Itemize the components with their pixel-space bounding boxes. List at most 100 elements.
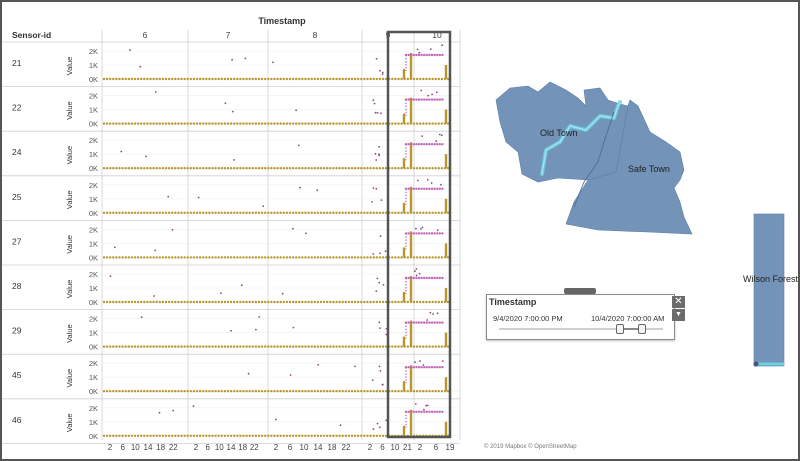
data-point [124,77,127,81]
data-bar [409,186,413,213]
data-point [338,122,341,125]
data-point-high [430,143,434,146]
sensor-scatter-chart: Timestamp Sensor-id 6 7 8 9 10 21 Value 2K 1K 0K… [2,2,482,459]
data-point [124,390,127,393]
data-point [167,390,171,393]
facet-sensor-27: 27 Value 2K 1K 0K [2,225,460,266]
data-point [406,77,409,81]
y-tick-label: 1K [89,284,98,293]
data-point-high [425,53,428,57]
data-point [152,300,155,304]
data-point [180,77,183,81]
data-point [270,211,273,214]
data-point [251,434,254,437]
data-point [434,300,437,304]
wilson-forest-region[interactable] [753,213,785,367]
outlier-point [381,71,384,74]
data-point-high [410,366,413,369]
data-point [195,211,199,214]
data-point [180,167,183,170]
data-point [195,256,199,259]
data-point [375,256,378,259]
data-point [109,256,112,259]
data-point [273,390,276,393]
data-point [192,434,196,437]
data-point [381,434,385,437]
outlier-point [379,69,381,72]
data-point-high [441,143,444,146]
x-tick-label: 14 [314,443,323,452]
data-point-high [433,98,436,101]
data-bar [444,332,448,347]
data-point [198,390,202,393]
outlier-point [440,183,442,186]
close-icon[interactable]: ✕ [672,296,685,308]
dropdown-menu-icon[interactable]: ▼ [672,309,685,321]
outlier-point [171,228,174,231]
data-point [161,167,165,170]
timestamp-start-value[interactable]: 9/4/2020 7:00:00 PM [493,314,563,323]
data-point [419,77,422,81]
data-point [124,211,127,214]
data-point-high [433,276,436,280]
data-point [124,167,127,170]
data-point-high [428,321,431,324]
data-bar [402,292,406,302]
data-point [229,300,233,304]
data-point [329,122,332,125]
data-point [229,167,233,170]
data-point [192,77,196,81]
data-point [195,300,199,304]
data-point [130,345,134,348]
data-point [412,345,416,348]
data-point [205,77,208,81]
data-point [217,390,220,393]
timestamp-end-value[interactable]: 10/4/2020 7:00:00 AM [591,314,664,323]
forest-marker[interactable] [753,361,759,367]
data-point [136,167,140,170]
data-point [164,434,168,437]
data-point [350,345,354,348]
data-point [174,167,177,170]
data-point [174,300,177,304]
data-point-high [410,321,413,324]
outlier-point [172,409,175,412]
facet-sensor-24: 24 Value 2K 1K 0K [2,133,460,177]
timestamp-start-handle[interactable] [616,324,624,334]
data-point [291,77,295,81]
data-point [121,167,124,170]
data-point [164,256,168,259]
facet-sensor-28: 28 Value 2K 1K 0K [2,268,460,311]
outlier-point [233,159,236,161]
x-tick-label: 22 [342,443,351,452]
data-point-high [412,187,415,190]
data-point [205,300,208,304]
data-point [335,345,338,348]
data-point [217,434,220,437]
data-point [267,300,270,304]
data-point [378,77,382,81]
data-point [378,390,382,393]
outlier-point [192,405,195,408]
data-point [363,256,366,259]
data-point [192,167,196,170]
chart-canvas: Timestamp Sensor-id 6 7 8 9 10 21 Value2K1K0K… [2,16,461,452]
data-point [260,122,264,125]
data-point [338,167,341,170]
data-point [273,211,276,214]
outlier-point [378,321,381,324]
y-tick-label: 1K [89,195,98,204]
data-point [313,256,316,259]
data-point [189,300,192,304]
data-point [440,77,444,81]
data-point [161,345,165,348]
data-point [149,390,152,393]
data-point [171,77,174,81]
data-point [186,77,189,81]
timestamp-end-handle[interactable] [638,324,646,334]
map-panel[interactable] [478,2,798,459]
data-point [254,300,258,304]
outlier-point [376,112,379,114]
data-point [233,300,236,304]
outlier-point [140,316,143,319]
